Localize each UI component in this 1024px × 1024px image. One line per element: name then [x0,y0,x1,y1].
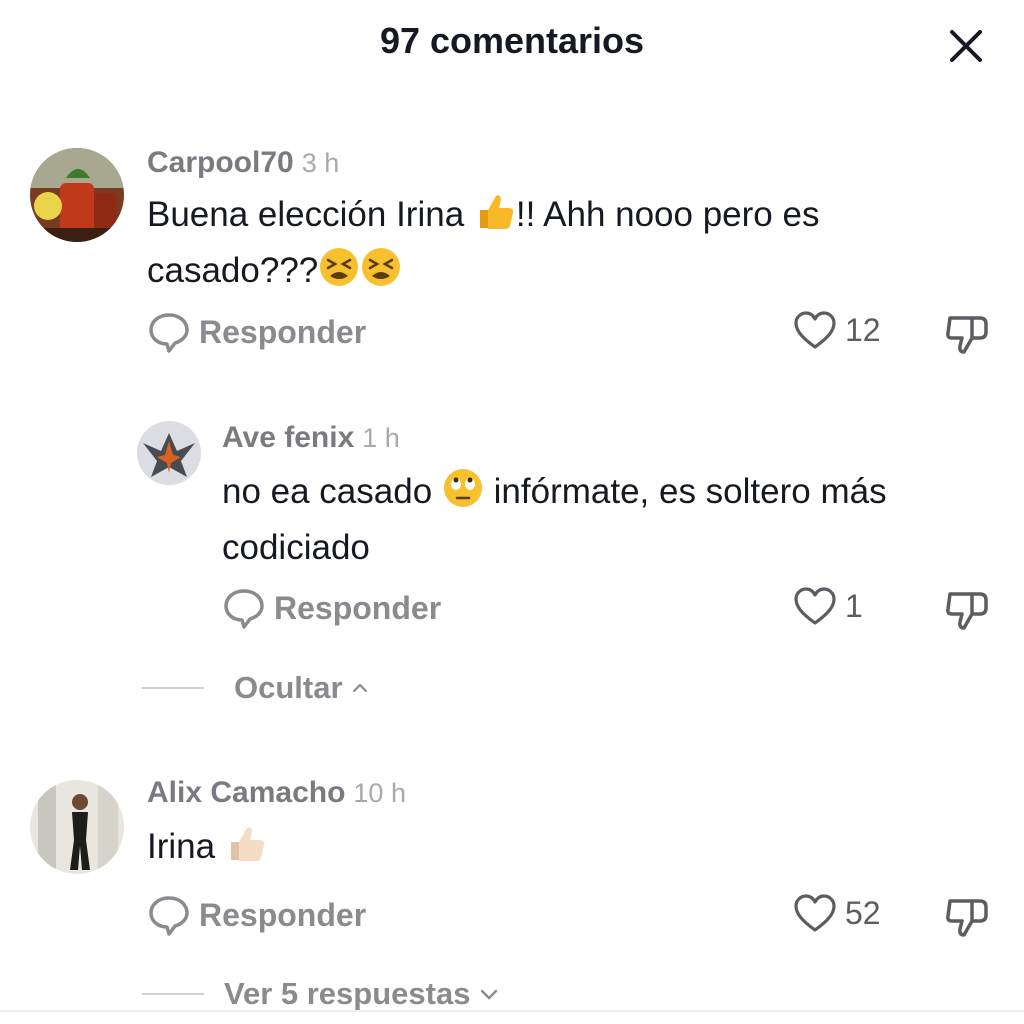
thread-divider-line [142,993,204,995]
comment-text-part: no ea casado [222,472,433,511]
avatar[interactable] [30,148,124,242]
rolling-eyes-emoji-icon [442,467,484,523]
reply-button[interactable]: Responder [222,586,441,630]
heart-icon [794,587,836,625]
comment-text-part: !! Ahh nooo pero es [515,195,820,234]
dislike-button[interactable] [944,893,990,944]
hide-replies-label: Ocultar [234,670,343,705]
speech-bubble-icon [149,896,189,936]
tired-face-emoji-icon [360,246,402,302]
dislike-button[interactable] [944,310,990,361]
reply-label: Responder [274,589,442,626]
thumbs-down-icon [946,316,988,354]
thumbs-down-icon [946,592,988,630]
thumbs-up-light-skin-emoji-icon [225,822,267,878]
view-replies-label: Ver 5 respuestas [224,976,471,1011]
heart-icon [794,311,836,349]
person-photo-avatar-icon [30,780,124,874]
like-count: 12 [845,311,881,348]
comments-count-title: 97 comentarios [379,20,645,61]
avatar[interactable] [137,421,201,485]
bottom-divider [0,1010,1024,1012]
reply-button[interactable]: Responder [147,893,366,937]
comment-text-part: Buena elección Irina [147,195,465,234]
like-button[interactable]: 52 [793,893,881,933]
speech-bubble-icon [224,589,264,629]
heart-icon [794,894,836,932]
comment-text-part: casado??? [147,251,319,290]
drinks-photo-avatar-icon [30,148,124,242]
reply-label: Responder [199,896,367,933]
close-button[interactable] [944,24,988,68]
close-icon [950,30,982,62]
chevron-up-icon [352,683,367,693]
view-replies-toggle[interactable]: Ver 5 respuestas [142,976,500,1012]
comment-author-line: Alix Camacho 10 h [147,776,406,810]
comment-username[interactable]: Carpool70 [147,146,294,179]
hide-replies-toggle[interactable]: Ocultar [142,670,369,706]
phoenix-avatar-icon [137,421,201,485]
like-button[interactable]: 12 [793,310,881,350]
avatar[interactable] [30,780,124,874]
dislike-button[interactable] [944,586,990,637]
speech-bubble-icon [149,313,189,353]
comment-username[interactable]: Alix Camacho [147,776,345,809]
thread-divider-line [142,687,204,689]
thumbs-down-icon [946,899,988,937]
reply-label: Responder [199,313,367,350]
comment-text-part: Irina [147,827,216,866]
reply-button[interactable]: Responder [147,310,366,354]
comment-timestamp: 3 h [301,148,340,178]
comment-text-part: codiciado [222,528,370,567]
like-count: 52 [845,894,881,931]
comment-text: Buena elección Irina !! Ahh nooo pero es… [147,190,987,302]
tired-face-emoji-icon [318,246,360,302]
comment-timestamp: 10 h [353,778,406,808]
comment-timestamp: 1 h [362,423,400,453]
comment-username[interactable]: Ave fenix [222,421,354,454]
comment-author-line: Carpool70 3 h [147,146,339,180]
comment-text: no ea casado infórmate, es soltero más c… [222,467,1012,573]
comment-author-line: Ave fenix 1 h [222,421,400,455]
chevron-down-icon [481,989,498,1000]
comments-header: 97 comentarios [0,0,1024,86]
comment-text: Irina [147,822,987,878]
comment-text-part: infórmate, es soltero más [493,472,887,511]
like-count: 1 [845,587,863,624]
like-button[interactable]: 1 [793,586,863,626]
thumbs-up-emoji-icon [474,190,516,246]
